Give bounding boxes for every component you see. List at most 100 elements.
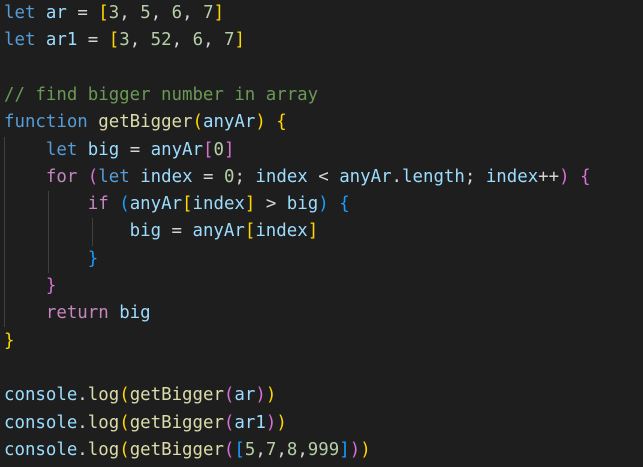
code-line[interactable]: big = anyAr[index] xyxy=(4,218,319,245)
code-token: let xyxy=(4,30,36,51)
code-token: , xyxy=(276,439,287,460)
code-line[interactable]: return big xyxy=(4,300,151,327)
code-line[interactable]: console.log(getBigger(ar)) xyxy=(4,382,276,409)
code-token: ] xyxy=(244,194,256,215)
code-token: , xyxy=(129,30,151,51)
code-token: ) xyxy=(265,385,277,406)
code-token: console xyxy=(4,439,78,460)
code-token: . xyxy=(77,412,88,433)
code-token: ; xyxy=(234,166,256,187)
code-token: , xyxy=(203,30,225,51)
code-line[interactable]: let big = anyAr[0] xyxy=(4,137,235,164)
code-token: ( xyxy=(223,412,235,433)
code-token: anyAr xyxy=(202,112,256,133)
code-line[interactable]: } xyxy=(4,328,14,355)
code-token: ] xyxy=(307,221,319,242)
code-token: 3 xyxy=(108,3,120,23)
code-token: ] xyxy=(213,3,225,23)
code-line[interactable]: let ar1 = [3, 52, 6, 7] xyxy=(4,27,245,54)
code-token: index xyxy=(192,194,245,215)
code-token: [ xyxy=(182,194,193,215)
code-editor[interactable]: let ar = [3, 5, 6, 7] let ar1 = [3, 52, 6… xyxy=(0,0,643,467)
code-token: { xyxy=(276,112,287,133)
code-token: 5 xyxy=(244,439,256,460)
code-line[interactable]: for (let index = 0; index < anyAr.length… xyxy=(4,164,591,191)
code-token: ] xyxy=(339,439,350,460)
code-token: ( xyxy=(119,194,130,215)
code-line[interactable]: function getBigger(anyAr) { xyxy=(4,109,287,136)
code-token: index xyxy=(140,166,193,187)
code-line[interactable]: // find bigger number in array xyxy=(4,82,318,109)
code-token: // find bigger number in array xyxy=(4,84,319,105)
code-token: 5 xyxy=(140,3,151,23)
code-token: , xyxy=(182,3,204,23)
code-token: ] xyxy=(234,30,245,51)
code-token: for xyxy=(45,166,78,187)
code-token: ; xyxy=(464,166,486,187)
code-token: , xyxy=(255,439,266,460)
code-token: ( xyxy=(223,439,235,460)
code-token: 0 xyxy=(223,166,235,187)
code-line[interactable]: } xyxy=(4,246,98,273)
code-token: ar xyxy=(234,385,256,406)
code-token: ++ xyxy=(538,166,560,187)
code-token: getBigger xyxy=(98,112,193,133)
code-token: log xyxy=(87,385,120,406)
code-line[interactable]: console.log(getBigger([5,7,8,999])) xyxy=(4,437,371,464)
code-token: ) xyxy=(360,439,371,460)
code-token: } xyxy=(45,276,57,296)
code-token: anyAr xyxy=(150,139,203,160)
code-token: getBigger xyxy=(129,439,224,460)
code-token: 0 xyxy=(213,139,224,160)
code-token: { xyxy=(339,194,350,215)
code-token: let xyxy=(98,166,130,187)
code-line[interactable]: } xyxy=(4,273,56,300)
code-token: log xyxy=(87,439,120,460)
code-token: = xyxy=(192,166,224,187)
code-token: index xyxy=(255,221,308,242)
code-token: ( xyxy=(119,412,130,433)
code-token: ar1 xyxy=(234,412,266,433)
code-token: . xyxy=(77,439,88,460)
code-token: [ xyxy=(108,30,120,51)
code-token: anyAr xyxy=(339,166,392,187)
code-token: } xyxy=(87,248,99,269)
code-token: length xyxy=(402,166,465,187)
code-token: let xyxy=(45,139,78,160)
code-token: ) xyxy=(276,412,287,433)
code-token: . xyxy=(391,166,403,187)
code-token: return xyxy=(45,303,109,324)
code-line[interactable]: let ar = [3, 5, 6, 7] xyxy=(4,0,224,27)
code-token: 7 xyxy=(224,30,235,51)
code-token: index xyxy=(255,166,308,187)
code-token: let xyxy=(4,3,36,23)
code-line[interactable]: if (anyAr[index] > big) { xyxy=(4,191,350,218)
code-token: ) xyxy=(255,385,266,406)
code-token: , xyxy=(297,439,308,460)
code-token: big xyxy=(129,221,162,242)
code-token: console xyxy=(4,412,78,433)
code-token: . xyxy=(77,385,88,406)
code-token: anyAr xyxy=(192,221,245,242)
code-token: log xyxy=(87,412,120,433)
code-token: 6 xyxy=(171,3,183,23)
code-line[interactable]: console.log(getBigger(ar1)) xyxy=(4,410,287,437)
code-token: 8 xyxy=(286,439,298,460)
code-token: } xyxy=(4,330,15,351)
code-token: ) xyxy=(318,194,329,215)
code-token: [ xyxy=(244,221,256,242)
